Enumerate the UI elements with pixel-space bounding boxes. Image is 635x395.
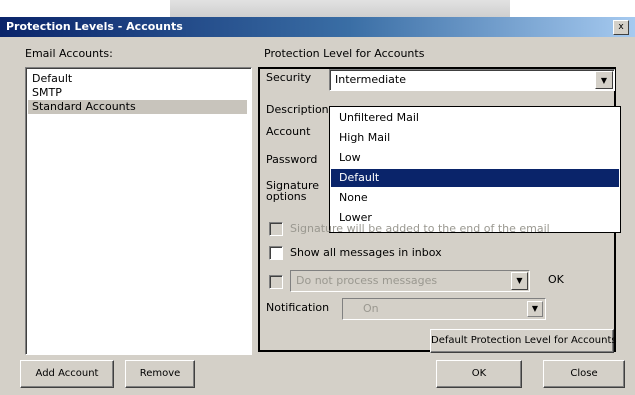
show-messages-checkbox[interactable]	[269, 246, 283, 260]
dropdown-option[interactable]: None	[331, 189, 619, 207]
list-item[interactable]: Default	[32, 72, 72, 86]
action-field-value: Do not process messages	[296, 274, 438, 287]
action-field[interactable]: Do not process messages ▼	[290, 270, 530, 292]
dropdown-option[interactable]: Low	[331, 149, 619, 167]
chevron-down-icon[interactable]: ▼	[595, 71, 613, 89]
chevron-down-icon[interactable]: ▼	[511, 272, 528, 290]
notification-value: On	[363, 302, 379, 315]
notification-label: Notification	[266, 301, 330, 314]
security-value: Intermediate	[335, 73, 406, 86]
dropdown-option[interactable]: Unfiltered Mail	[331, 109, 619, 127]
action-ok-label: OK	[548, 273, 564, 286]
chevron-down-icon[interactable]: ▼	[527, 301, 543, 317]
security-combo[interactable]: Intermediate ▼	[329, 69, 615, 91]
action-checkbox[interactable]	[269, 275, 283, 289]
title-bar[interactable]: Protection Levels - Accounts x	[0, 17, 635, 37]
dropdown-option-highlighted[interactable]: Default	[331, 169, 619, 187]
default-protection-button[interactable]: Default Protection Level for Accounts	[430, 329, 617, 353]
dialog-window: Protection Levels - Accounts x Email Acc…	[0, 17, 635, 395]
dropdown-option[interactable]: High Mail	[331, 129, 619, 147]
close-icon[interactable]: x	[613, 20, 629, 35]
password-label: Password	[266, 153, 318, 166]
account-label: Account	[266, 125, 311, 138]
background-window-edge	[170, 0, 510, 18]
accounts-header: Email Accounts:	[25, 47, 113, 60]
accounts-list[interactable]: Default SMTP Standard Accounts	[25, 67, 252, 355]
security-dropdown-list[interactable]: Unfiltered Mail High Mail Low Default No…	[329, 106, 621, 233]
remove-button[interactable]: Remove	[125, 360, 195, 388]
show-messages-label: Show all messages in inbox	[290, 246, 442, 259]
list-item-selected[interactable]: Standard Accounts	[28, 100, 247, 114]
close-button[interactable]: Close	[543, 360, 625, 388]
description-label: Description	[266, 103, 329, 116]
security-label: Security	[266, 71, 312, 84]
group-title: Protection Level for Accounts	[264, 47, 425, 60]
window-title: Protection Levels - Accounts	[6, 20, 183, 33]
notification-field[interactable]: On ▼	[342, 298, 546, 320]
background-strip	[0, 0, 635, 18]
signature-options-label: Signature options	[266, 179, 320, 203]
list-item[interactable]: SMTP	[32, 86, 62, 100]
signature-checkbox[interactable]	[269, 222, 283, 236]
add-account-button[interactable]: Add Account	[20, 360, 114, 388]
ok-button[interactable]: OK	[436, 360, 522, 388]
signature-note: Signature will be added to the end of th…	[290, 222, 550, 235]
